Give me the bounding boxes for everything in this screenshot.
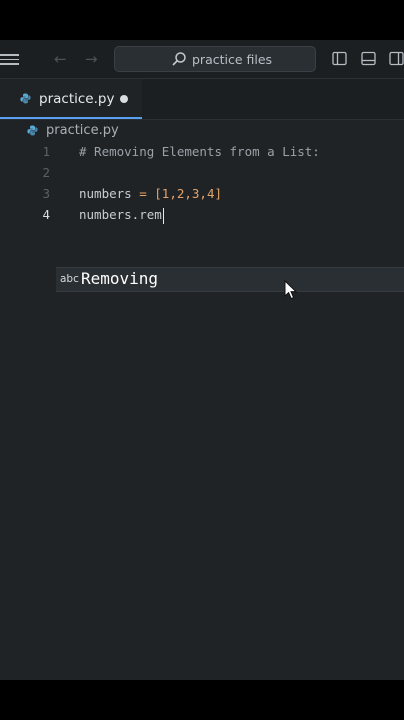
python-file-icon <box>20 93 31 104</box>
code-list-literal: [1,2,3,4] <box>154 186 222 201</box>
line-number: 1 <box>42 144 50 159</box>
forward-arrow-icon[interactable]: → <box>85 49 98 69</box>
tab-practice-py[interactable]: practice.py <box>0 79 142 119</box>
abc-text-icon: abc <box>60 273 79 285</box>
code-text: # Removing Elements from a List: <box>79 144 320 159</box>
search-icon <box>172 52 186 66</box>
mouse-pointer-icon <box>284 280 298 300</box>
command-center-search[interactable]: practice files <box>114 46 316 72</box>
python-file-icon <box>27 125 38 136</box>
menu-icon[interactable] <box>0 52 20 66</box>
code-variable: numbers <box>79 186 132 201</box>
breadcrumb-label: practice.py <box>46 123 119 138</box>
line-number: 4 <box>42 207 50 222</box>
breadcrumb[interactable]: practice.py <box>0 120 404 142</box>
search-text: practice files <box>192 52 273 67</box>
unsaved-dot-icon[interactable] <box>120 95 128 103</box>
line-number: 3 <box>42 186 50 201</box>
back-arrow-icon[interactable]: ← <box>54 49 67 69</box>
toggle-sidebar-icon[interactable] <box>332 51 347 66</box>
code-line[interactable]: 2 <box>0 162 404 183</box>
code-line[interactable]: 1 # Removing Elements from a List: <box>0 141 404 162</box>
suggestion-label: Removing <box>81 269 159 288</box>
code-text: numbers.rem <box>79 204 165 225</box>
text-cursor <box>162 207 165 224</box>
tab-bar: practice.py <box>0 79 404 120</box>
code-operator: = <box>131 186 155 201</box>
tab-label: practice.py <box>39 91 115 107</box>
autocomplete-suggestion[interactable]: abc Removing <box>56 267 404 292</box>
code-editor[interactable]: 1 # Removing Elements from a List: 2 3 n… <box>0 140 404 640</box>
code-typed-text: numbers.rem <box>79 207 162 222</box>
title-bar: ← → practice files <box>0 40 404 79</box>
code-line[interactable]: 3 numbers = [1,2,3,4] <box>0 183 404 204</box>
code-line-active[interactable]: 4 numbers.rem <box>0 204 404 225</box>
toggle-panel-icon[interactable] <box>361 51 376 66</box>
code-text: numbers = [1,2,3,4] <box>79 183 222 204</box>
split-editor-icon[interactable] <box>389 51 404 66</box>
line-number: 2 <box>42 165 50 180</box>
editor-window: ← → practice files practice.py practice.… <box>0 40 404 680</box>
